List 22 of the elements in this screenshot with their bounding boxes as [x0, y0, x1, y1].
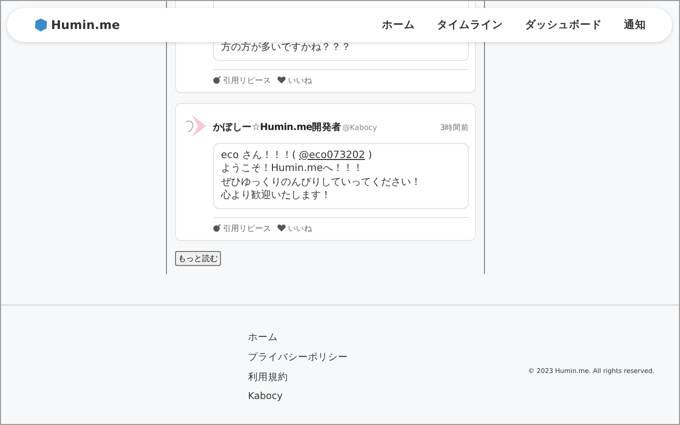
- like-button[interactable]: いいね: [277, 222, 312, 234]
- hexagon-logo-icon: [34, 18, 48, 32]
- nav-link[interactable]: ホーム: [382, 18, 415, 32]
- bomb-icon: [213, 224, 221, 232]
- post-body: eco さん！！！( @eco073202 ) ようこそ！Humin.meへ！！！ ぜひゆっくりのんびりしていってください！ 心より歓迎いたします！: [213, 142, 469, 208]
- site-logo-text[interactable]: Humin.me: [51, 18, 120, 32]
- mention-link[interactable]: @eco073202: [299, 150, 365, 160]
- footer-link[interactable]: ホーム: [248, 330, 528, 344]
- read-more-button[interactable]: もっと読む: [175, 250, 221, 266]
- nav-link[interactable]: タイムライン: [437, 18, 503, 32]
- quote-repost-button[interactable]: 引用リピース: [213, 222, 271, 234]
- bomb-icon: [213, 76, 221, 84]
- footer-link[interactable]: 利用規約: [248, 370, 528, 384]
- nav-link[interactable]: ダッシュボード: [525, 18, 602, 32]
- heart-icon: [277, 224, 286, 232]
- footer-link[interactable]: Kabocy: [248, 390, 528, 402]
- author-name[interactable]: かぼしー☆Humin.me開発者: [213, 120, 342, 134]
- footer-link[interactable]: プライバシーポリシー: [248, 350, 528, 364]
- heart-icon: [277, 76, 286, 84]
- like-button[interactable]: いいね: [277, 74, 312, 86]
- nav-link[interactable]: 通知: [624, 18, 646, 32]
- quote-repost-button[interactable]: 引用リピース: [213, 74, 271, 86]
